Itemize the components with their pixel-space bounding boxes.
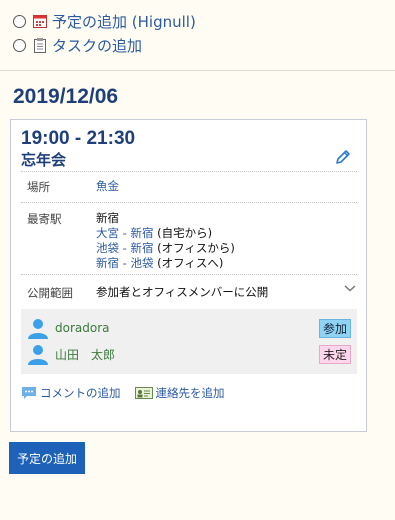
scope-label: 公開範囲 (27, 286, 73, 300)
comment-icon (22, 387, 36, 399)
place-row: 場所 魚金 (21, 171, 357, 202)
top-actions: 予定の追加 (Hignull) タスクの追加 (13, 9, 196, 57)
add-comment-label: コメントの追加 (40, 386, 121, 400)
event-details: 場所 魚金 最寄駅 新宿 大宮 - 新宿 (自宅から) 池袋 - 新宿 (オフィ… (21, 171, 357, 309)
place-link[interactable]: 魚金 (96, 179, 119, 193)
scope-row: 公開範囲 参加者とオフィスメンバーに公開 (21, 274, 357, 309)
add-contact-label: 連絡先を追加 (155, 386, 225, 400)
station-values: 新宿 大宮 - 新宿 (自宅から) 池袋 - 新宿 (オフィスから) 新宿 - … (96, 211, 357, 271)
station-label: 最寄駅 (27, 212, 62, 226)
divider (0, 70, 395, 71)
route-link[interactable]: 大宮 - 新宿 (96, 226, 153, 240)
add-schedule-link[interactable]: 予定の追加 (Hignull) (52, 11, 196, 32)
add-task-radio[interactable] (13, 38, 26, 52)
add-schedule-button[interactable]: 予定の追加 (9, 442, 85, 474)
route-link[interactable]: 池袋 - 新宿 (96, 241, 153, 255)
station-row: 最寄駅 新宿 大宮 - 新宿 (自宅から) 池袋 - 新宿 (オフィスから) 新… (21, 202, 357, 274)
add-task-option[interactable]: タスクの追加 (13, 33, 196, 57)
route-note: (オフィスから) (157, 241, 235, 255)
edit-pencil-icon[interactable] (334, 148, 352, 166)
event-time: 19:00 - 21:30 (21, 128, 136, 149)
add-contact-link[interactable]: 連絡先を追加 (134, 385, 225, 401)
status-badge[interactable]: 未定 (318, 345, 351, 364)
add-schedule-option[interactable]: 予定の追加 (Hignull) (13, 9, 196, 33)
scope-value: 参加者とオフィスメンバーに公開 (96, 285, 269, 299)
clipboard-icon (32, 37, 48, 53)
user-icon (27, 317, 49, 339)
add-comment-link[interactable]: コメントの追加 (21, 385, 121, 401)
list-item: 山田 太郎 未定 (27, 341, 351, 367)
add-task-link[interactable]: タスクの追加 (52, 35, 142, 56)
route-item: 新宿 - 池袋 (オフィスへ) (96, 256, 357, 271)
add-schedule-radio[interactable] (13, 14, 26, 28)
station-name: 新宿 (96, 211, 119, 225)
route-note: (オフィスへ) (157, 256, 224, 270)
calendar-icon (32, 13, 48, 29)
card-footer-links: コメントの追加 連絡先を追加 (21, 385, 225, 401)
place-label: 場所 (27, 180, 50, 194)
chevron-down-icon[interactable] (343, 280, 357, 294)
member-name[interactable]: 山田 太郎 (55, 346, 115, 363)
route-note: (自宅から) (157, 226, 213, 240)
member-list: doradora 参加 山田 太郎 未定 (21, 309, 357, 374)
route-link[interactable]: 新宿 - 池袋 (96, 256, 153, 270)
date-heading: 2019/12/06 (13, 85, 119, 108)
route-item: 大宮 - 新宿 (自宅から) (96, 226, 357, 241)
member-name[interactable]: doradora (55, 321, 110, 335)
status-badge[interactable]: 参加 (318, 319, 351, 338)
list-item: doradora 参加 (27, 315, 351, 341)
contact-card-icon (134, 387, 153, 399)
user-icon (27, 343, 49, 365)
event-title: 忘年会 (21, 151, 67, 169)
event-card: 19:00 - 21:30 忘年会 場所 魚金 最寄駅 新宿 大宮 - 新宿 (… (10, 119, 367, 432)
route-item: 池袋 - 新宿 (オフィスから) (96, 241, 357, 256)
